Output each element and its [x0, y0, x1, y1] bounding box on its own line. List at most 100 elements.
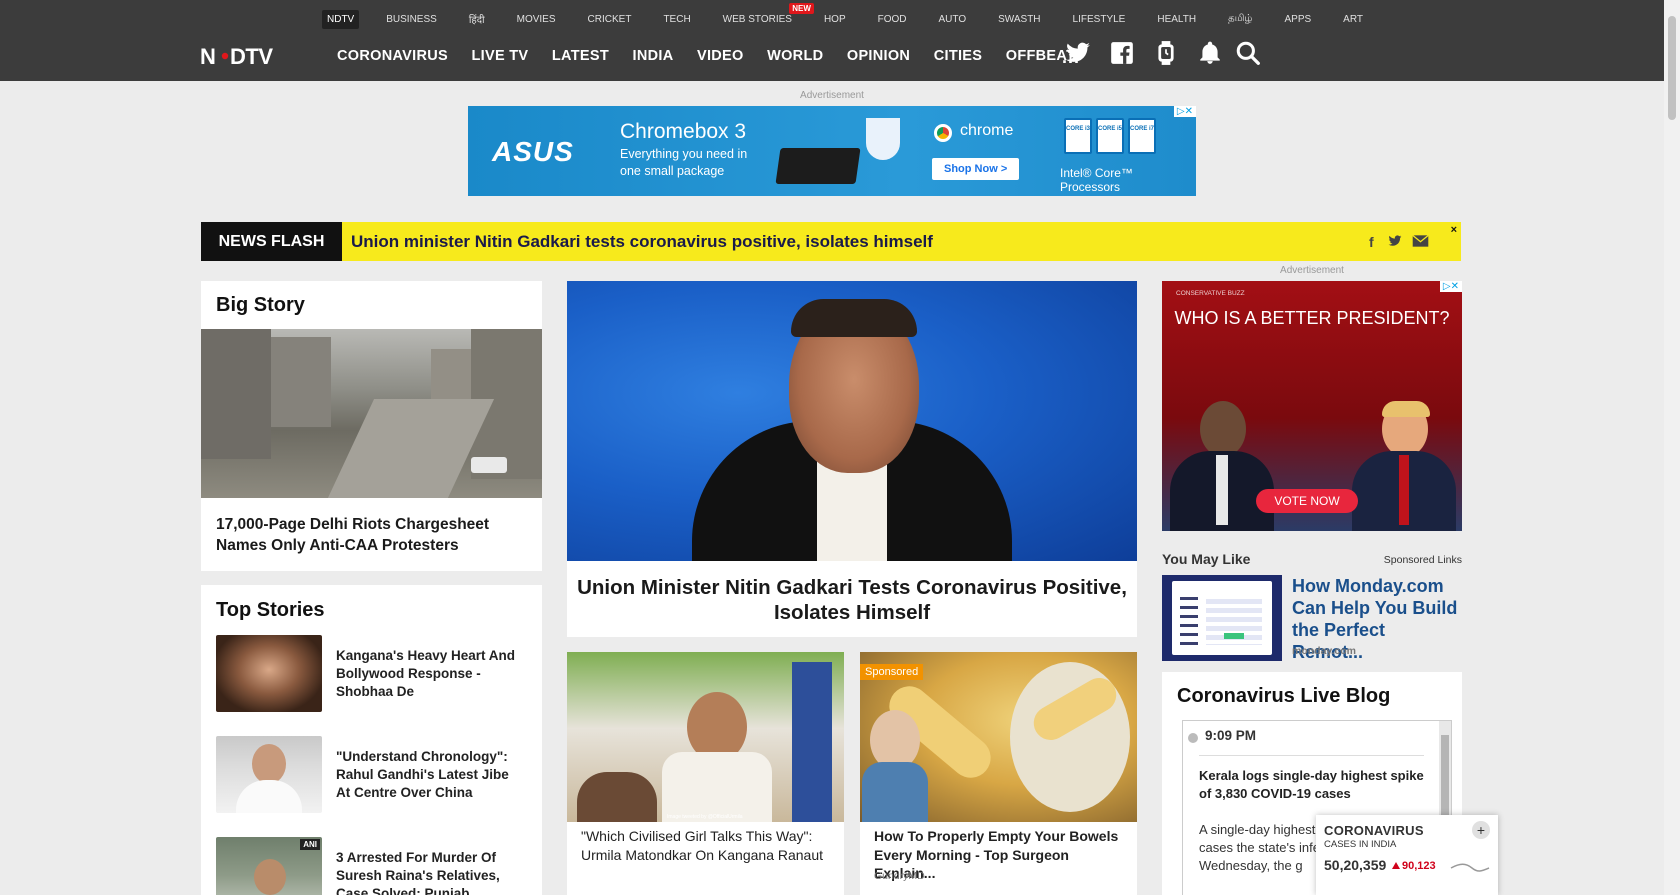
shop-now-button[interactable]: Shop Now >: [932, 158, 1020, 180]
top-nav-item[interactable]: WEB STORIES NEW: [718, 2, 814, 29]
twitter-share-icon[interactable]: [1387, 234, 1403, 248]
site-header: NDTV BUSINESS हिंदी MOVIES CRICKET TECH WEB ST…: [0, 0, 1664, 81]
expand-button[interactable]: +: [1472, 821, 1490, 839]
top-nav-item[interactable]: தமிழ்: [1223, 9, 1257, 29]
ad-question: WHO IS A BETTER PRESIDENT?: [1174, 308, 1450, 328]
tracker-title: CORONAVIRUS: [1324, 823, 1424, 838]
news-flash-label: NEWS FLASH: [201, 222, 342, 261]
card-image[interactable]: Image tweeted by @OfficialUrmila: [567, 652, 844, 822]
top-story-item[interactable]: "Understand Chronology": Rahul Gandhi's …: [216, 736, 531, 814]
main-nav-item[interactable]: LIVE TV: [471, 48, 528, 64]
top-nav-item[interactable]: हिंदी: [464, 8, 490, 30]
facebook-share-icon[interactable]: f: [1369, 234, 1374, 250]
image-credit: Image tweeted by @OfficialUrmila: [667, 814, 743, 820]
card-headline[interactable]: "Which Civilised Girl Talks This Way": U…: [581, 827, 836, 864]
trend-up-icon: [1392, 862, 1400, 869]
you-may-like-widget: You May Like Sponsored Links How Monday.…: [1162, 551, 1462, 662]
main-nav-item[interactable]: WORLD: [767, 48, 823, 64]
card-image[interactable]: Sponsored: [860, 652, 1137, 822]
top-nav-item[interactable]: BUSINESS: [381, 10, 442, 29]
top-nav-item[interactable]: TECH: [658, 10, 695, 29]
top-nav-item[interactable]: CRICKET: [583, 10, 637, 29]
main-nav-item[interactable]: CITIES: [934, 48, 983, 64]
ad-chrome-label: chrome: [960, 122, 1014, 139]
top-nav-item[interactable]: NDTV: [322, 9, 360, 29]
svg-text:N: N: [200, 44, 215, 68]
sponsored-card[interactable]: Sponsored How To Properly Empty Your Bow…: [860, 652, 1137, 895]
top-story-item[interactable]: Kangana's Heavy Heart And Bollywood Resp…: [216, 635, 531, 713]
mail-share-icon[interactable]: [1412, 234, 1429, 248]
top-nav-item[interactable]: MOVIES: [512, 10, 561, 29]
vote-now-button[interactable]: VOTE NOW: [1256, 489, 1358, 513]
shield-icon: [866, 118, 900, 160]
main-nav: CORONAVIRUS LIVE TV LATEST INDIA VIDEO WORLD O…: [337, 48, 1099, 64]
ndtv-logo[interactable]: N DTV: [200, 44, 302, 68]
live-blog-title[interactable]: Coronavirus Live Blog: [1177, 685, 1390, 708]
hero-image[interactable]: [567, 281, 1137, 561]
main-nav-item[interactable]: LATEST: [552, 48, 609, 64]
ad-person-image: [1170, 401, 1274, 531]
tracker-subtitle: CASES IN INDIA: [1324, 839, 1397, 850]
sponsored-links[interactable]: Sponsored Links: [1384, 554, 1462, 566]
section-title: Top Stories: [216, 599, 325, 621]
page-scrollbar[interactable]: [1664, 0, 1680, 895]
story-thumbnail[interactable]: ANI: [216, 837, 322, 895]
case-count: 50,20,359: [1324, 857, 1387, 873]
close-icon[interactable]: ×: [1451, 224, 1457, 236]
new-badge: NEW: [789, 2, 814, 14]
scrollbar-thumb[interactable]: [1441, 735, 1449, 825]
story-headline[interactable]: "Understand Chronology": Rahul Gandhi's …: [336, 748, 526, 802]
top-nav-item[interactable]: LIFESTYLE: [1068, 10, 1131, 29]
ad-person-image: [1352, 401, 1456, 531]
top-story-item[interactable]: ANI 3 Arrested For Murder Of Suresh Rain…: [216, 837, 531, 895]
story-thumbnail[interactable]: [216, 736, 322, 813]
top-nav: NDTV BUSINESS हिंदी MOVIES CRICKET TECH WEB ST…: [322, 2, 1390, 30]
news-flash-headline[interactable]: Union minister Nitin Gadkari tests coron…: [351, 232, 933, 252]
big-story-headline[interactable]: 17,000-Page Delhi Riots Chargesheet Name…: [216, 514, 526, 556]
ad-subtitle: Everything you need in one small package: [620, 147, 748, 178]
main-nav-item[interactable]: OPINION: [847, 48, 910, 64]
top-nav-item[interactable]: FOOD: [873, 10, 912, 29]
main-nav-item[interactable]: CORONAVIRUS: [337, 48, 448, 64]
top-nav-item[interactable]: APPS: [1279, 10, 1316, 29]
top-nav-item[interactable]: HOP: [819, 10, 851, 29]
ad-intel-label: Intel® Core™ Processors: [1060, 166, 1133, 194]
main-nav-item[interactable]: INDIA: [633, 48, 674, 64]
right-ad[interactable]: CONSERVATIVE BUZZ WHO IS A BETTER PRESID…: [1162, 281, 1462, 531]
promo-thumbnail[interactable]: [1162, 575, 1282, 661]
main-nav-item[interactable]: VIDEO: [697, 48, 744, 64]
chromebox-image: [775, 148, 861, 184]
big-story-image[interactable]: [201, 329, 542, 498]
hero-story[interactable]: Union Minister Nitin Gadkari Tests Coron…: [567, 281, 1137, 637]
top-nav-item[interactable]: ART: [1338, 10, 1368, 29]
ad-brand: CONSERVATIVE BUZZ: [1176, 290, 1245, 297]
scrollbar-thumb[interactable]: [1668, 16, 1676, 120]
adchoices-icon[interactable]: ▷✕: [1439, 281, 1462, 292]
coronavirus-tracker-widget[interactable]: CORONAVIRUS CASES IN INDIA 50,20,359 90,…: [1316, 815, 1498, 895]
search-icon[interactable]: [1235, 40, 1261, 66]
news-card[interactable]: Image tweeted by @OfficialUrmila "Which …: [567, 652, 844, 895]
promo-source[interactable]: monday.com: [1292, 645, 1356, 657]
ad-brand: ASUS: [492, 136, 574, 167]
card-source[interactable]: GundryMD: [874, 870, 925, 882]
bell-icon[interactable]: [1197, 40, 1223, 66]
news-flash-bar[interactable]: NEWS FLASH Union minister Nitin Gadkari …: [201, 222, 1461, 261]
twitter-icon[interactable]: [1065, 40, 1091, 66]
intel-chip-badge: CORE i5: [1096, 118, 1124, 154]
adchoices-icon[interactable]: ▷✕: [1173, 106, 1196, 117]
facebook-icon[interactable]: [1109, 40, 1135, 66]
section-title: Big Story: [216, 294, 305, 316]
story-headline[interactable]: Kangana's Heavy Heart And Bollywood Resp…: [336, 647, 526, 701]
advertisement-label: Advertisement: [1280, 265, 1344, 276]
story-headline[interactable]: 3 Arrested For Murder Of Suresh Raina's …: [336, 849, 526, 895]
top-nav-item[interactable]: SWASTH: [993, 10, 1045, 29]
watch-icon[interactable]: [1153, 40, 1179, 66]
story-thumbnail[interactable]: [216, 635, 322, 712]
live-blog-headline[interactable]: Kerala logs single-day highest spike of …: [1199, 767, 1424, 803]
top-nav-item[interactable]: AUTO: [934, 10, 972, 29]
intel-chip-badge: CORE i3: [1064, 118, 1092, 154]
top-nav-item[interactable]: HEALTH: [1152, 10, 1201, 29]
hero-headline[interactable]: Union Minister Nitin Gadkari Tests Coron…: [577, 575, 1127, 625]
svg-text:DTV: DTV: [230, 44, 273, 68]
top-banner-ad[interactable]: ASUS Chromebox 3 Everything you need in …: [468, 106, 1196, 196]
